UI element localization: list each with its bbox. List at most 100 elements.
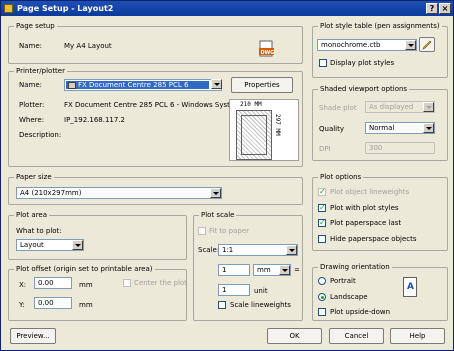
chevron-down-icon[interactable] — [211, 79, 222, 89]
plotter-value: FX Document Centre 285 PCL 6 - Windows S… — [64, 101, 250, 109]
plot-upside-down-checkbox[interactable] — [318, 308, 326, 316]
what-to-plot-value: Layout — [20, 241, 44, 249]
center-plot-checkbox[interactable] — [123, 279, 131, 287]
offset-y-input[interactable]: 0.00 — [34, 297, 72, 309]
description-label: Description: — [19, 131, 62, 139]
offset-x-label: X: — [19, 281, 27, 289]
plot-paperspace-last-checkbox[interactable] — [318, 218, 326, 227]
scale-label: Scale: — [198, 246, 220, 254]
scale-select[interactable]: 1:1 — [218, 244, 298, 256]
plot-paperspace-last-label: Plot paperspace last — [330, 219, 402, 227]
ok-button[interactable]: OK — [267, 328, 322, 344]
what-to-plot-select[interactable]: Layout — [16, 239, 84, 251]
chevron-down-icon[interactable] — [279, 265, 290, 275]
paper-size-value: A4 (210x297mm) — [20, 189, 82, 197]
plot-style-select[interactable]: monochrome.ctb — [317, 39, 417, 51]
orientation-letter: A — [407, 282, 414, 292]
quality-select[interactable]: Normal — [365, 122, 435, 134]
scale-unit-value: mm — [257, 266, 271, 274]
svg-text:DWG: DWG — [261, 50, 275, 56]
paper-shape — [236, 110, 272, 160]
quality-value: Normal — [369, 124, 395, 132]
plot-object-lineweights-checkbox[interactable] — [318, 187, 326, 196]
orientation-preview-icon: A — [403, 277, 417, 297]
preview-width-label: 210 MM — [240, 101, 262, 108]
printer-name-label: Name: — [19, 81, 43, 89]
plot-area-group-title: Plot area — [14, 211, 50, 219]
chevron-down-icon[interactable] — [210, 188, 221, 198]
offset-x-input[interactable]: 0.00 — [34, 277, 72, 289]
offset-x-unit: mm — [79, 281, 93, 289]
plotter-label: Plotter: — [19, 101, 45, 109]
equals-sign: = — [294, 266, 300, 274]
printer-name-selected: FX Document Centre 285 PCL 6 — [66, 81, 209, 89]
display-plot-styles-checkbox[interactable] — [319, 59, 327, 67]
help-button[interactable]: Help — [390, 328, 445, 344]
dpi-input[interactable]: 300 — [365, 142, 435, 154]
chevron-down-icon[interactable] — [423, 123, 434, 133]
close-button[interactable]: × — [439, 3, 451, 14]
center-plot-label: Center the plot — [134, 279, 187, 287]
printer-name-text: FX Document Centre 285 PCL 6 — [78, 81, 189, 89]
hide-paperspace-objects-checkbox[interactable] — [318, 235, 326, 243]
plot-style-value: monochrome.ctb — [321, 41, 381, 49]
scale-lineweights-checkbox[interactable] — [218, 301, 226, 309]
plot-style-group-title: Plot style table (pen assignments) — [318, 22, 442, 30]
offset-y-unit: mm — [79, 301, 93, 309]
dwg-icon: DWG — [259, 40, 275, 57]
edit-style-button[interactable] — [419, 37, 435, 52]
chevron-down-icon[interactable] — [423, 102, 434, 112]
fit-to-paper-checkbox[interactable] — [198, 227, 206, 235]
where-label: Where: — [19, 116, 45, 124]
shade-plot-label: Shade plot — [319, 104, 357, 112]
properties-button[interactable]: Properties — [231, 77, 293, 93]
page-setup-dialog: Page Setup - Layout2 ? × Page setup Name… — [0, 0, 454, 351]
shade-plot-value: As displayed — [369, 103, 414, 111]
display-plot-styles-label: Display plot styles — [330, 59, 395, 67]
orientation-group-title: Drawing orientation — [318, 263, 392, 271]
plot-offset-group-title: Plot offset (origin set to printable are… — [14, 265, 155, 273]
where-value: IP_192.168.117.2 — [64, 116, 125, 124]
scale-value: 1:1 — [222, 246, 234, 254]
plot-object-lineweights-label: Plot object lineweights — [330, 188, 410, 196]
preview-height-label: 297 MM — [274, 114, 281, 136]
help-title-button[interactable]: ? — [426, 3, 438, 14]
page-setup-name-label: Name: — [19, 42, 43, 50]
shaded-viewport-group-title: Shaded viewport options — [318, 85, 410, 93]
paper-preview: 210 MM 297 MM — [229, 99, 299, 161]
printer-name-select[interactable]: FX Document Centre 285 PCL 6 — [64, 79, 222, 91]
plot-with-styles-checkbox[interactable] — [318, 203, 326, 212]
title-bar: Page Setup - Layout2 ? × — [1, 1, 453, 16]
window-title: Page Setup - Layout2 — [17, 4, 114, 13]
plot-scale-group-title: Plot scale — [199, 211, 237, 219]
cancel-button[interactable]: Cancel — [329, 328, 384, 344]
app-icon — [4, 4, 13, 13]
preview-button[interactable]: Preview... — [10, 328, 56, 344]
fit-to-paper-label: Fit to paper — [209, 227, 250, 235]
paper-size-select[interactable]: A4 (210x297mm) — [16, 187, 222, 199]
shade-plot-select[interactable]: As displayed — [365, 101, 435, 113]
chevron-down-icon[interactable] — [286, 245, 297, 255]
dpi-label: DPI — [319, 145, 331, 153]
scale-unit2-label: unit — [254, 287, 268, 295]
plot-upside-down-label: Plot upside-down — [330, 308, 391, 316]
quality-label: Quality — [319, 125, 345, 133]
offset-y-label: Y: — [19, 301, 25, 309]
scale-lineweights-label: Scale lineweights — [230, 301, 291, 309]
scale-denominator-input[interactable]: 1 — [218, 284, 250, 296]
portrait-radio[interactable] — [318, 277, 326, 285]
scale-numerator-input[interactable]: 1 — [218, 264, 250, 276]
page-setup-group-title: Page setup — [14, 22, 57, 30]
printer-icon — [68, 82, 76, 89]
printer-group-title: Printer/plotter — [14, 67, 67, 75]
hide-paperspace-objects-label: Hide paperspace objects — [330, 235, 417, 243]
page-setup-name-value: My A4 Layout — [64, 42, 112, 50]
what-to-plot-label: What to plot: — [16, 227, 62, 235]
paper-size-group-title: Paper size — [14, 173, 54, 181]
plot-with-styles-label: Plot with plot styles — [330, 204, 399, 212]
scale-unit-select[interactable]: mm — [253, 264, 291, 276]
landscape-label: Landscape — [330, 293, 368, 301]
landscape-radio[interactable] — [318, 293, 326, 301]
chevron-down-icon[interactable] — [72, 240, 83, 250]
chevron-down-icon[interactable] — [405, 40, 416, 50]
